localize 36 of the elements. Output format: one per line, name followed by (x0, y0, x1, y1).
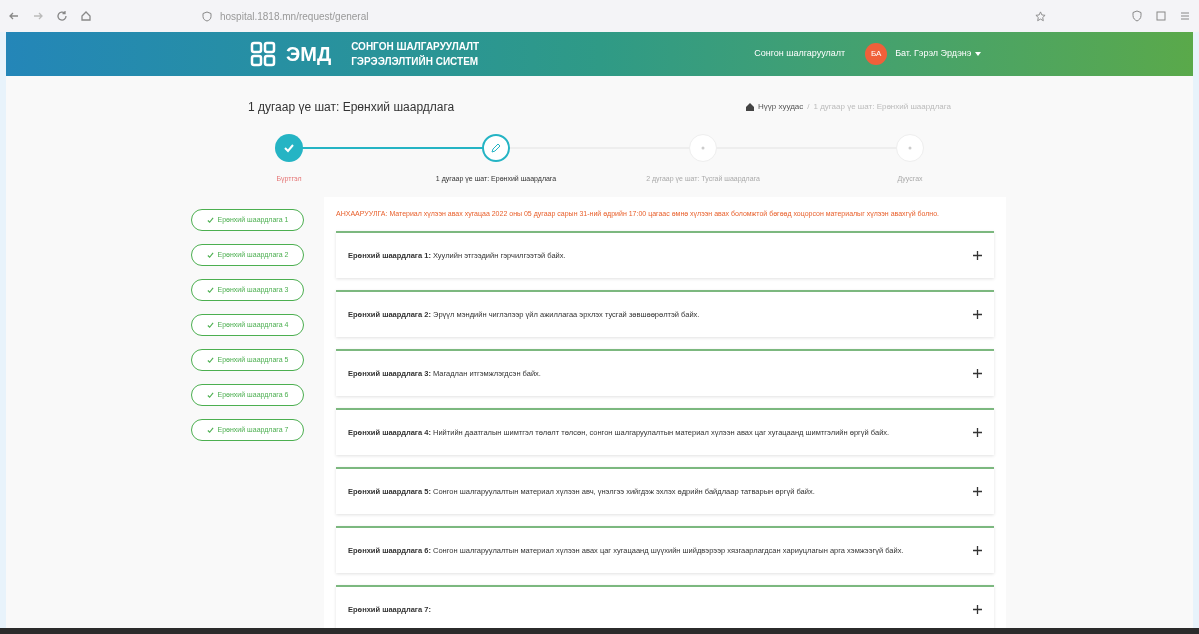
check-icon (206, 251, 214, 259)
check-icon (206, 321, 214, 329)
plus-icon (973, 309, 982, 319)
plus-icon (973, 604, 982, 614)
home-icon[interactable] (80, 10, 92, 22)
forward-icon[interactable] (32, 10, 44, 22)
system-title: СОНГОН ШАЛГАРУУЛАЛТ (351, 40, 480, 54)
logo-icon (248, 39, 278, 69)
shield-icon (202, 10, 212, 22)
home-icon (745, 103, 754, 111)
user-avatar[interactable]: БА (865, 43, 888, 65)
plus-icon (973, 427, 982, 437)
plus-icon (973, 250, 982, 260)
caret-icon (975, 52, 982, 56)
plus-icon (973, 486, 982, 496)
reload-icon[interactable] (56, 10, 68, 22)
plus-icon (973, 545, 982, 555)
shield-icon[interactable] (1131, 10, 1143, 22)
nav-link[interactable]: Сонгон шалгаруулалт (754, 47, 846, 61)
breadcrumb-link[interactable]: Нүүр хуудас (757, 101, 804, 113)
check-icon (206, 391, 214, 399)
menu-icon[interactable] (1179, 10, 1191, 22)
breadcrumb-separator: / (807, 101, 810, 113)
check-icon (206, 286, 214, 294)
system-title: ГЭРЭЭЛЭЛТИЙН СИСТЕМ (351, 54, 480, 69)
check-icon (206, 426, 214, 434)
user-menu[interactable]: Бат. Гэрэл Эрдэнэ (895, 47, 972, 61)
back-icon[interactable] (8, 10, 20, 22)
extensions-icon[interactable] (1155, 10, 1167, 22)
check-icon (206, 356, 214, 364)
logo-text: ЭМД (286, 42, 332, 67)
check-icon (206, 216, 214, 224)
plus-icon (973, 368, 982, 378)
url-text: hospital.1818.mn/request/general (220, 9, 369, 24)
star-icon (1035, 10, 1046, 22)
page-title: 1 дугаар үе шат: Ерөнхий шаардлага (248, 99, 455, 116)
